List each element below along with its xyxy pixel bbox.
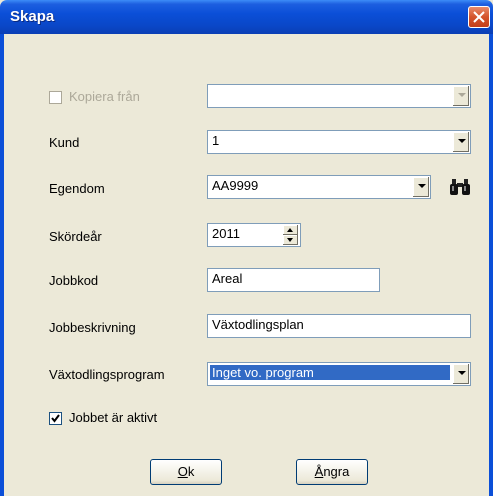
jobbkod-value: Areal bbox=[212, 271, 243, 286]
kund-dropdown-arrow[interactable] bbox=[452, 132, 469, 152]
spin-up-icon[interactable] bbox=[283, 225, 298, 235]
egendom-label: Egendom bbox=[49, 181, 105, 196]
kund-label: Kund bbox=[49, 135, 80, 150]
egendom-value: AA9999 bbox=[212, 178, 259, 193]
vaxtodlingsprogram-label: Växtodlingsprogram bbox=[49, 367, 165, 382]
kund-value: 1 bbox=[212, 133, 220, 148]
active-checkbox[interactable] bbox=[49, 412, 62, 425]
window-title: Skapa bbox=[10, 8, 55, 25]
checkmark-icon bbox=[51, 414, 60, 423]
ok-label: k bbox=[187, 464, 195, 479]
spin-down-icon[interactable] bbox=[283, 235, 298, 245]
egendom-dropdown-arrow[interactable] bbox=[412, 177, 429, 197]
close-button[interactable] bbox=[468, 6, 490, 28]
skordear-spinner[interactable]: 2011 bbox=[207, 223, 301, 247]
cancel-button[interactable]: Ångra bbox=[296, 459, 368, 485]
cancel-label: ngra bbox=[323, 464, 350, 479]
window-frame-left bbox=[0, 34, 4, 496]
vaxtodlingsprogram-dropdown[interactable]: Inget vo. program bbox=[207, 362, 471, 386]
binoculars-icon[interactable] bbox=[449, 177, 471, 197]
dialog-window: Skapa Kopiera från Kund 1 Egendom AA9999 bbox=[0, 0, 493, 496]
jobbeskrivning-label: Jobbeskrivning bbox=[49, 320, 136, 335]
vaxtodlingsprogram-dropdown-arrow[interactable] bbox=[452, 364, 469, 384]
jobbeskrivning-value: Växtodlingsplan bbox=[212, 317, 304, 332]
jobbkod-input[interactable]: Areal bbox=[207, 268, 380, 292]
kund-dropdown[interactable]: 1 bbox=[207, 130, 471, 154]
jobbkod-label: Jobbkod bbox=[49, 273, 99, 288]
close-icon bbox=[473, 11, 485, 23]
egendom-dropdown[interactable]: AA9999 bbox=[207, 175, 431, 199]
ok-button[interactable]: Ok bbox=[150, 459, 222, 485]
vaxtodlingsprogram-value: Inget vo. program bbox=[209, 364, 451, 381]
copy-from-dropdown-arrow bbox=[452, 86, 469, 106]
title-bar[interactable]: Skapa bbox=[0, 0, 493, 34]
skordear-value: 2011 bbox=[212, 226, 240, 241]
copy-from-dropdown bbox=[207, 84, 471, 108]
window-frame-right bbox=[489, 34, 493, 496]
skordear-label: Skördeår bbox=[49, 229, 102, 244]
active-label: Jobbet är aktivt bbox=[69, 410, 158, 425]
skordear-spin-buttons[interactable] bbox=[283, 225, 298, 245]
copy-from-checkbox bbox=[49, 91, 62, 104]
copy-from-label: Kopiera från bbox=[69, 89, 140, 104]
cancel-mnemonic: Å bbox=[314, 464, 324, 479]
jobbeskrivning-input[interactable]: Växtodlingsplan bbox=[207, 314, 471, 338]
ok-mnemonic: O bbox=[177, 464, 188, 479]
